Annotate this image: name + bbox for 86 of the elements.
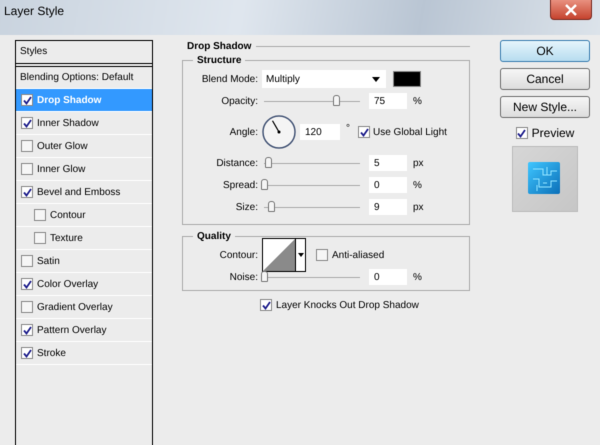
number-field[interactable]: 9 xyxy=(369,199,407,215)
number-field[interactable]: 75 xyxy=(369,93,407,109)
slider-thumb[interactable] xyxy=(261,270,268,282)
style-label: Pattern Overlay xyxy=(37,324,106,336)
checkbox-label: Anti-aliased xyxy=(332,250,384,260)
unit-label: px xyxy=(413,202,424,212)
style-label: Texture xyxy=(50,232,83,244)
checkbox[interactable] xyxy=(516,127,528,139)
blend-mode-dropdown[interactable]: Multiply xyxy=(262,70,386,88)
caret-icon xyxy=(372,76,380,82)
slider-thumb[interactable] xyxy=(268,200,275,212)
slider-thumb[interactable] xyxy=(261,178,268,190)
number-field[interactable]: 0 xyxy=(369,177,407,193)
style-item[interactable]: Inner Glow xyxy=(16,158,152,181)
style-label: Bevel and Emboss xyxy=(37,186,120,198)
unit-label: px xyxy=(413,158,424,168)
checkbox[interactable] xyxy=(21,163,33,175)
field-label: Spread: xyxy=(222,180,259,190)
checkbox[interactable] xyxy=(316,249,328,261)
style-label: Drop Shadow xyxy=(37,94,102,106)
style-label: Satin xyxy=(37,256,60,266)
field-label: Size: xyxy=(234,202,259,212)
ok-button[interactable]: OK xyxy=(500,40,590,62)
number-field[interactable]: 0 xyxy=(369,269,407,285)
field-label: Distance: xyxy=(215,158,259,168)
unit-label: % xyxy=(413,180,422,190)
style-item[interactable]: Stroke xyxy=(16,342,152,365)
field-label: Opacity: xyxy=(220,96,259,106)
checkbox-label: Layer Knocks Out Drop Shadow xyxy=(276,300,419,310)
checkbox-label: Preview xyxy=(532,126,574,140)
slider-thumb[interactable] xyxy=(264,156,272,168)
checkbox[interactable] xyxy=(34,209,46,221)
checkbox[interactable] xyxy=(260,299,272,311)
checkbox[interactable] xyxy=(21,94,33,106)
style-item[interactable]: Gradient Overlay xyxy=(16,296,152,319)
caret-icon xyxy=(298,253,304,257)
contour-curve-icon xyxy=(263,239,295,271)
angle-field[interactable]: 120 xyxy=(300,124,340,140)
cancel-button[interactable]: Cancel xyxy=(500,68,590,90)
field-label: Noise: xyxy=(228,272,259,282)
checkbox[interactable] xyxy=(21,117,33,129)
style-item[interactable]: Color Overlay xyxy=(16,273,152,296)
checkbox[interactable] xyxy=(21,140,33,152)
style-label: Inner Shadow xyxy=(37,118,99,128)
style-label: Contour xyxy=(50,210,86,220)
group-title: Quality xyxy=(196,231,232,242)
style-label: Stroke xyxy=(37,348,66,358)
style-label: Color Overlay xyxy=(37,278,98,290)
checkbox[interactable] xyxy=(21,186,33,198)
style-item[interactable]: Inner Shadow xyxy=(16,112,152,135)
angle-dial[interactable] xyxy=(262,115,296,149)
field-label: Contour: xyxy=(218,250,259,260)
styles-header: Styles xyxy=(16,41,152,67)
style-item[interactable]: Outer Glow xyxy=(16,135,152,158)
style-item[interactable]: Bevel and Emboss xyxy=(16,181,152,204)
group-title: Structure xyxy=(196,55,242,66)
patterned-tile-drawing xyxy=(527,161,563,197)
new-style-button[interactable]: New Style... xyxy=(500,96,590,118)
unit-label: ° xyxy=(346,122,350,134)
style-item[interactable]: Satin xyxy=(16,250,152,273)
field-label: Blend Mode: xyxy=(200,74,259,84)
field-label: Angle: xyxy=(228,126,259,138)
checkbox[interactable] xyxy=(21,347,33,359)
checkbox[interactable] xyxy=(21,301,33,313)
checkbox[interactable] xyxy=(21,255,33,267)
style-label: Inner Glow xyxy=(37,164,86,174)
style-label: Gradient Overlay xyxy=(37,302,113,312)
contour-picker[interactable] xyxy=(262,238,306,272)
checkbox[interactable] xyxy=(34,232,46,244)
style-item[interactable]: Contour xyxy=(16,204,152,227)
style-item[interactable]: Pattern Overlay xyxy=(16,319,152,342)
slider-thumb[interactable] xyxy=(333,94,340,106)
checkbox[interactable] xyxy=(358,126,370,138)
number-field[interactable]: 5 xyxy=(369,155,407,171)
style-label: Outer Glow xyxy=(37,140,88,152)
window-title: Layer Style xyxy=(4,4,64,18)
section-title: Drop Shadow xyxy=(187,40,252,52)
color-swatch[interactable] xyxy=(393,71,421,87)
close-icon xyxy=(564,4,578,16)
checkbox[interactable] xyxy=(21,324,33,336)
checkbox-label: Use Global Light xyxy=(373,126,447,138)
unit-label: % xyxy=(413,272,422,282)
close-button[interactable] xyxy=(550,0,592,20)
unit-label: % xyxy=(413,96,422,106)
style-item[interactable]: Texture xyxy=(16,227,152,250)
checkbox[interactable] xyxy=(21,278,33,290)
